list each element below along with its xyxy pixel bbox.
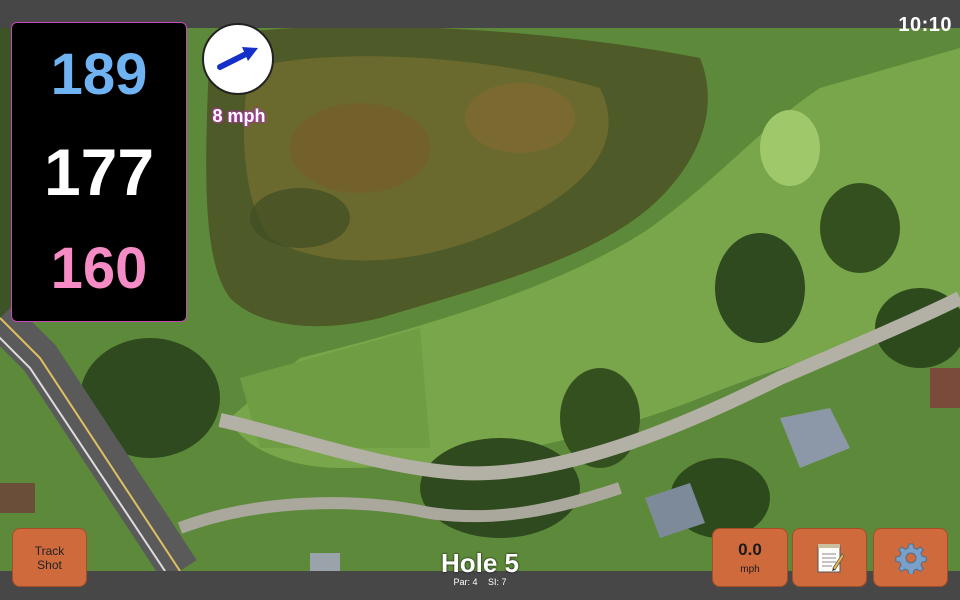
wind-arrow-icon [217,47,258,70]
track-shot-label: Track Shot [34,543,65,572]
wind-speed-label: 8 mph [212,106,266,126]
middle-yardage: 177 [43,134,155,209]
yardage-panel: 189 177 160 [11,22,187,322]
speed-button[interactable]: 0.0 mph [712,528,788,587]
stroke-index-label: SI: 7 [488,577,507,587]
front-yardage: 160 [50,235,148,301]
settings-button[interactable] [873,528,948,587]
scorecard-button[interactable] [792,528,867,587]
notepad-icon [817,543,844,572]
hole-title: Hole 5 [440,548,520,578]
track-shot-button[interactable]: Track Shot [12,528,87,587]
gear-icon [894,543,927,574]
back-yardage: 189 [50,42,148,108]
par-label: Par: 4 [453,577,478,587]
clock: 10:10 [898,14,952,36]
speed-value: 0.0 [738,540,762,559]
speed-unit: mph [740,564,760,575]
wind-indicator [202,23,274,95]
hole-info: Par: 4 SI: 7 [400,577,560,587]
